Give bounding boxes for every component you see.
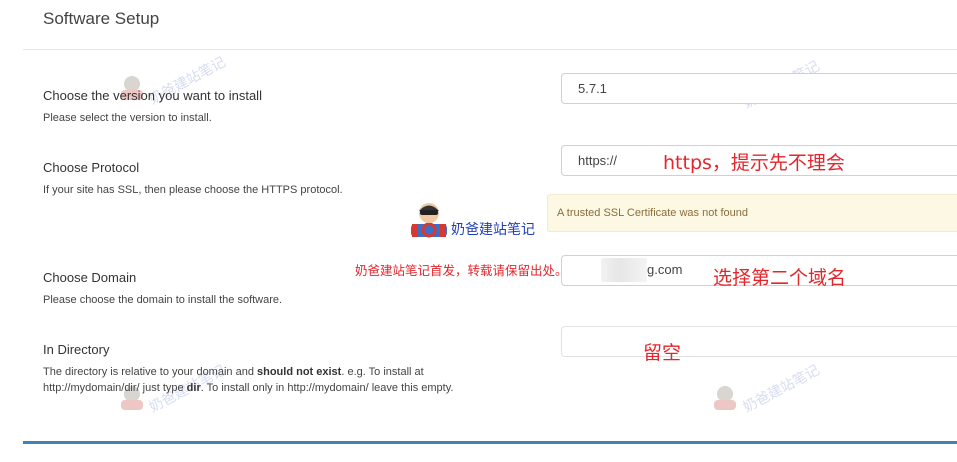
section-bottom-divider: [23, 441, 957, 444]
directory-help-bold: should not exist: [257, 366, 342, 378]
directory-input[interactable]: [561, 326, 957, 357]
domain-label: Choose Domain: [43, 270, 137, 285]
protocol-label: Choose Protocol: [43, 160, 140, 175]
blog-logo-icon: [411, 203, 447, 238]
blog-logo-text: 奶爸建站笔记: [451, 222, 535, 238]
directory-help-text: http://mydomain/dir/ just type: [43, 382, 187, 394]
domain-value: g.com: [647, 262, 683, 277]
directory-annotation: 留空: [643, 342, 682, 364]
watermark-text: 奶爸建站笔记: [740, 362, 823, 416]
copyright-annotation: 奶爸建站笔记首发，转载请保留出处。: [355, 263, 568, 278]
directory-help: The directory is relative to your domain…: [43, 364, 453, 396]
directory-help-text: . To install only in http://mydomain/ le…: [200, 382, 454, 394]
version-help: Please select the version to install.: [43, 112, 212, 124]
protocol-help: If your site has SSL, then please choose…: [43, 184, 343, 196]
section-title: Software Setup: [43, 9, 160, 28]
domain-annotation: 选择第二个域名: [713, 267, 847, 289]
directory-help-text: The directory is relative to your domain…: [43, 366, 257, 378]
ssl-warning-alert: A trusted SSL Certificate was not found: [547, 194, 957, 232]
version-label: Choose the version you want to install: [43, 88, 262, 103]
watermark-logo-icon: [714, 386, 736, 410]
directory-help-bold: dir: [186, 382, 201, 394]
version-select[interactable]: 5.7.1: [561, 73, 957, 104]
domain-redaction: [601, 258, 647, 282]
domain-help: Please choose the domain to install the …: [43, 294, 283, 306]
protocol-annotation: https，提示先不理会: [663, 152, 845, 174]
directory-help-text: . e.g. To install at: [341, 366, 424, 378]
title-divider: [23, 49, 957, 50]
directory-label: In Directory: [43, 342, 110, 357]
